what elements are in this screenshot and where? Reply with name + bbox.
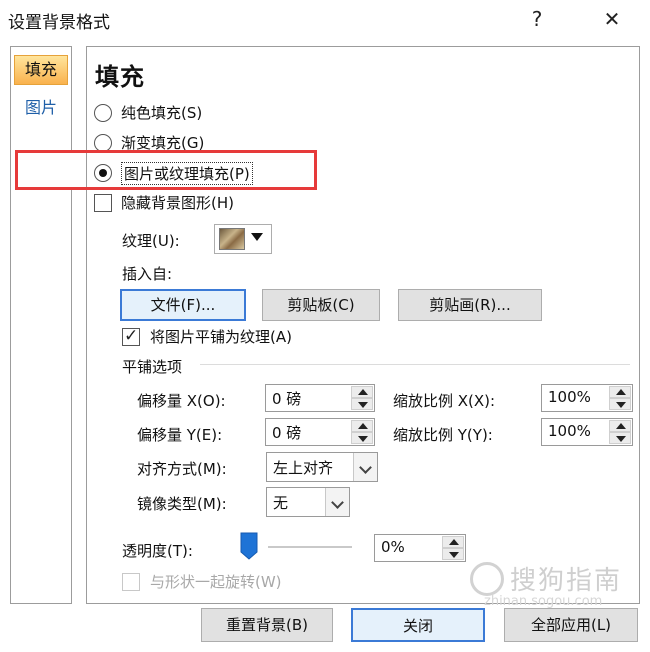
- annotation-mask: [18, 153, 76, 187]
- clipart-button[interactable]: 剪贴画(R)...: [398, 289, 542, 321]
- watermark-logo-icon: [470, 562, 504, 596]
- picture-texture-fill-label[interactable]: 图片或纹理填充(P): [121, 162, 253, 185]
- decrement-icon[interactable]: [351, 432, 373, 444]
- alignment-value: 左上对齐: [273, 459, 334, 477]
- increment-icon[interactable]: [442, 536, 464, 548]
- rotate-with-shape-checkbox[interactable]: [122, 573, 140, 591]
- hide-background-label[interactable]: 隐藏背景图形(H): [121, 192, 234, 213]
- scale-y-stepper[interactable]: 100%: [541, 418, 633, 446]
- scale-y-value[interactable]: 100%: [548, 422, 591, 440]
- watermark-url: zhinan.sogou.com: [484, 594, 603, 609]
- offset-y-label: 偏移量 Y(E):: [137, 426, 223, 444]
- mirror-value: 无: [273, 494, 289, 512]
- transparency-stepper[interactable]: 0%: [374, 534, 466, 562]
- offset-y-value[interactable]: 0 磅: [272, 422, 301, 443]
- decrement-icon[interactable]: [609, 432, 631, 444]
- close-icon[interactable]: ✕: [597, 4, 627, 34]
- decrement-icon[interactable]: [442, 548, 464, 560]
- increment-icon[interactable]: [609, 420, 631, 432]
- offset-x-label: 偏移量 X(O):: [137, 392, 226, 410]
- transparency-slider-track[interactable]: [268, 546, 352, 548]
- transparency-slider-thumb[interactable]: [240, 532, 258, 560]
- close-button[interactable]: 关闭: [351, 608, 485, 642]
- chevron-down-icon[interactable]: [353, 453, 377, 481]
- transparency-label: 透明度(T):: [122, 542, 193, 560]
- apply-all-button[interactable]: 全部应用(L): [504, 608, 638, 642]
- chevron-down-icon[interactable]: [325, 488, 349, 516]
- dropdown-arrow-icon: [251, 233, 263, 241]
- reset-background-button[interactable]: 重置背景(B): [201, 608, 333, 642]
- offset-x-value[interactable]: 0 磅: [272, 388, 301, 409]
- increment-icon[interactable]: [351, 420, 373, 432]
- nav-item-picture[interactable]: 图片: [14, 95, 68, 121]
- solid-fill-radio[interactable]: [94, 104, 112, 122]
- group-divider: [200, 364, 630, 365]
- tile-checkbox[interactable]: [122, 326, 140, 346]
- offset-y-stepper[interactable]: 0 磅: [265, 418, 375, 446]
- alignment-label: 对齐方式(M):: [137, 460, 227, 478]
- scale-x-label: 缩放比例 X(X):: [393, 392, 496, 410]
- hide-background-checkbox[interactable]: [94, 194, 112, 212]
- picture-texture-fill-radio[interactable]: [94, 164, 112, 182]
- rotate-with-shape-label: 与形状一起旋转(W): [150, 573, 282, 591]
- category-nav: 填充 图片: [10, 46, 72, 604]
- offset-x-stepper[interactable]: 0 磅: [265, 384, 375, 412]
- texture-picker[interactable]: [214, 224, 272, 254]
- tile-label[interactable]: 将图片平铺为纹理(A): [150, 326, 292, 347]
- insert-from-label: 插入自:: [122, 265, 173, 283]
- texture-label: 纹理(U):: [122, 232, 180, 250]
- section-title: 填充: [95, 63, 145, 91]
- alignment-select[interactable]: 左上对齐: [266, 452, 378, 482]
- scale-x-value[interactable]: 100%: [548, 388, 591, 406]
- window-title: 设置背景格式: [8, 13, 110, 33]
- increment-icon[interactable]: [609, 386, 631, 398]
- nav-item-fill[interactable]: 填充: [14, 55, 68, 85]
- texture-swatch: [219, 228, 245, 250]
- increment-icon[interactable]: [351, 386, 373, 398]
- watermark-text: 搜狗指南: [510, 566, 623, 596]
- fill-panel: [86, 46, 640, 604]
- scale-x-stepper[interactable]: 100%: [541, 384, 633, 412]
- transparency-value[interactable]: 0%: [381, 538, 405, 556]
- decrement-icon[interactable]: [351, 398, 373, 410]
- scale-y-label: 缩放比例 Y(Y):: [393, 426, 493, 444]
- mirror-label: 镜像类型(M):: [137, 495, 227, 513]
- solid-fill-label[interactable]: 纯色填充(S): [121, 102, 202, 123]
- decrement-icon[interactable]: [609, 398, 631, 410]
- tile-options-label: 平铺选项: [122, 358, 183, 376]
- gradient-fill-label[interactable]: 渐变填充(G): [121, 132, 204, 153]
- mirror-select[interactable]: 无: [266, 487, 350, 517]
- file-button[interactable]: 文件(F)...: [120, 289, 246, 321]
- help-icon[interactable]: ?: [522, 4, 552, 34]
- clipboard-button[interactable]: 剪贴板(C): [262, 289, 380, 321]
- gradient-fill-radio[interactable]: [94, 134, 112, 152]
